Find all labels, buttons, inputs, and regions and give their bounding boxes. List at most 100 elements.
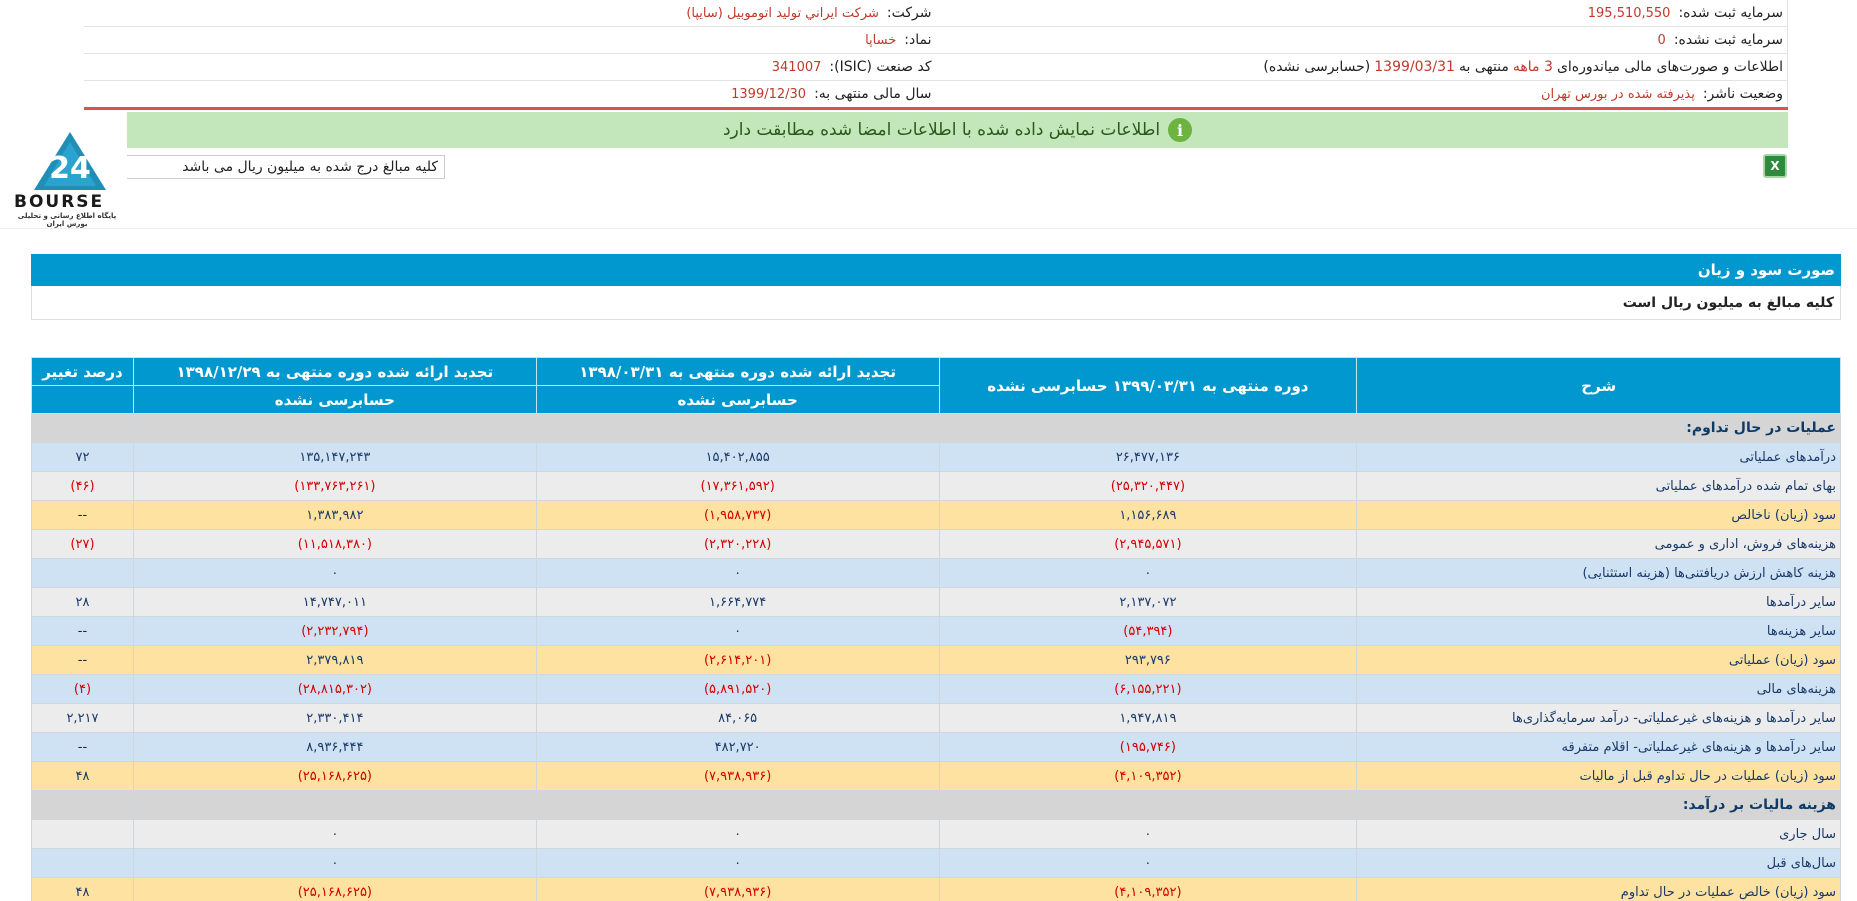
row-description: هزینه‌های مالی [1356,674,1841,704]
fiscal-cell: سال مالی منتهی به: 1399/12/30 [84,81,936,107]
row-description: درآمدهای عملیاتی [1356,442,1841,472]
cell-period-1398-03 [535,790,940,820]
report-description-cell: اطلاعات و صورت‌های مالی میاندوره‌ای 3 ما… [935,54,1788,80]
cell-period-1399: ۰ [938,558,1358,588]
info-row-symbol: نماد: خساپا سرمایه ثبت نشده: 0 [84,27,1788,54]
isic-label: کد صنعت (ISIC): [829,59,932,75]
signed-info-notice: i اطلاعات نمایش داده شده با اطلاعات امضا… [127,112,1788,148]
section-row: هزینه مالیات بر درآمد: [31,790,1841,820]
row-description: سود (زیان) عملیاتی [1356,645,1841,675]
unregistered-capital-value: 0 [1657,32,1666,48]
bourse-logo-mark: 24 [34,132,106,190]
cell-change-percent [31,558,134,588]
cell-period-1398-12: (۱۳۳,۷۶۳,۲۶۱) [132,471,537,501]
row-description: سایر درآمدها و هزینه‌های غیرعملیاتی- درآ… [1356,703,1841,733]
cell-change-percent: ۷۲ [31,442,134,472]
cell-period-1398-12: ۰ [132,819,537,849]
cell-change-percent: -- [31,732,134,762]
table-row: سود (زیان) عملیاتی ۲۹۳,۷۹۶ (۲,۶۱۴,۲۰۱) ۲,۳۷… [31,645,1841,675]
row-description: هزینه‌های فروش، اداری و عمومی [1356,529,1841,559]
cell-period-1399 [938,790,1358,820]
table-row: سال‌های قبل ۰ ۰ ۰ [31,848,1841,878]
cell-period-1398-12: (۲۵,۱۶۸,۶۲۵) [132,877,537,901]
cell-period-1398-03: (۱۷,۳۶۱,۵۹۲) [535,471,940,501]
cell-period-1398-03: ۰ [535,558,940,588]
unregistered-capital-cell: سرمایه ثبت نشده: 0 [935,27,1788,53]
cell-period-1398-12 [132,790,537,820]
cell-period-1398-12: (۲,۲۳۲,۷۹۴) [132,616,537,646]
cell-period-1398-03: (۵,۸۹۱,۵۲۰) [535,674,940,704]
cell-period-1399 [938,413,1358,443]
table-row: سود (زیان) خالص عملیات در حال تداوم (۴,۱۰… [31,877,1841,901]
info-row-company: شرکت: شرکت ايراني توليد اتوموبيل (سايپا)… [84,0,1788,27]
cell-period-1399: (۲,۹۴۵,۵۷۱) [938,529,1358,559]
table-row: سال جاری ۰ ۰ ۰ [31,819,1841,849]
cell-period-1398-12: ۰ [132,848,537,878]
header-col3-sub: حسابرسی نشده [132,385,537,414]
registered-capital-value: 195,510,550 [1587,5,1671,21]
cell-change-percent: ۲,۲۱۷ [31,703,134,733]
cell-period-1398-03: ۰ [535,848,940,878]
report-suffix: (حسابرسی نشده) [1263,59,1371,75]
info-row-isic: کد صنعت (ISIC): 341007 اطلاعات و صورت‌ها… [84,54,1788,81]
fiscal-label: سال مالی منتهی به: [814,86,932,102]
cell-period-1398-03: ۰ [535,616,940,646]
symbol-cell: نماد: خساپا [84,27,936,53]
row-description: عملیات در حال تداوم: [1356,413,1841,443]
table-header-row: شرح دوره منتهی به ۱۳۹۹/۰۳/۳۱ حسابرسی نشد… [31,357,1841,414]
cell-change-percent [31,819,134,849]
header-col4-sub [31,385,134,414]
company-info-panel: شرکت: شرکت ايراني توليد اتوموبيل (سايپا)… [84,0,1788,110]
row-description: سود (زیان) خالص عملیات در حال تداوم [1356,877,1841,901]
section-row: عملیات در حال تداوم: [31,413,1841,443]
publisher-status-cell: وضعیت ناشر: پذیرفته شده در بورس تهران [935,81,1788,107]
row-description: سایر هزینه‌ها [1356,616,1841,646]
company-value[interactable]: شرکت ايراني توليد اتوموبيل (سايپا) [686,6,879,21]
publisher-status-label: وضعیت ناشر: [1702,86,1783,102]
row-description: هزینه کاهش ارزش دریافتنی‌ها (هزینه استثن… [1356,558,1841,588]
header-desc: شرح [1356,357,1841,414]
cell-change-percent: ۴۸ [31,877,134,901]
cell-period-1399: (۵۴,۳۹۴) [938,616,1358,646]
header-col3: تجدید ارائه شده دوره منتهی به ۱۳۹۸/۱۲/۲۹ [132,357,537,386]
table-row: سود (زیان) عملیات در حال تداوم قبل از ما… [31,761,1841,791]
cell-period-1398-12: (۲۵,۱۶۸,۶۲۵) [132,761,537,791]
cell-period-1399: (۶,۱۵۵,۲۲۱) [938,674,1358,704]
fiscal-value: 1399/12/30 [731,86,807,102]
cell-period-1398-12: ۸,۹۳۶,۴۴۴ [132,732,537,762]
section-subtitle: کلیه مبالغ به میلیون ریال است [31,286,1841,320]
cell-period-1399: (۴,۱۰۹,۳۵۲) [938,877,1358,901]
cell-period-1399: ۱,۱۵۶,۶۸۹ [938,500,1358,530]
company-cell: شرکت: شرکت ايراني توليد اتوموبيل (سايپا) [84,0,936,26]
bourse-logo-word: BOURSE [14,192,105,212]
table-row: سایر درآمدها و هزینه‌های غیرعملیاتی- اقل… [31,732,1841,762]
cell-period-1399: ۰ [938,819,1358,849]
row-description: بهای تمام شده درآمدهای عملیاتی [1356,471,1841,501]
report-prefix: اطلاعات و صورت‌های مالی میاندوره‌ای [1556,59,1783,75]
table-row: سایر درآمدها و هزینه‌های غیرعملیاتی- درآ… [31,703,1841,733]
cell-period-1398-03: (۲,۶۱۴,۲۰۱) [535,645,940,675]
income-statement-table: شرح دوره منتهی به ۱۳۹۹/۰۳/۳۱ حسابرسی نشد… [31,357,1841,901]
divider [0,228,1857,229]
bourse-logo[interactable]: 24 BOURSE پایگاه اطلاع رسانی و تحلیلی بو… [12,130,128,230]
row-description: هزینه مالیات بر درآمد: [1356,790,1841,820]
cell-period-1398-03: ۸۴,۰۶۵ [535,703,940,733]
isic-value: 341007 [771,59,822,75]
cell-change-percent: (۴) [31,674,134,704]
unregistered-capital-label: سرمایه ثبت نشده: [1673,32,1783,48]
excel-export-icon[interactable]: X [1763,154,1787,178]
cell-period-1398-12: (۱۱,۵۱۸,۳۸۰) [132,529,537,559]
cell-period-1398-12: ۰ [132,558,537,588]
header-col2-sub: حسابرسی نشده [535,385,940,414]
registered-capital-cell: سرمایه ثبت شده: 195,510,550 [935,0,1788,26]
table-row: درآمدهای عملیاتی ۲۶,۴۷۷,۱۳۶ ۱۵,۴۰۲,۸۵۵ ۱۳۵,… [31,442,1841,472]
cell-period-1398-03 [535,413,940,443]
cell-change-percent: ۲۸ [31,587,134,617]
cell-period-1398-03: ۰ [535,819,940,849]
cell-period-1399: ۲۹۳,۷۹۶ [938,645,1358,675]
symbol-value[interactable]: خساپا [865,33,896,48]
table-row: هزینه‌های فروش، اداری و عمومی (۲,۹۴۵,۵۷۱)… [31,529,1841,559]
info-icon: i [1168,118,1193,142]
report-mid: منتهی به [1458,59,1509,75]
row-description: سایر درآمدها و هزینه‌های غیرعملیاتی- اقل… [1356,732,1841,762]
